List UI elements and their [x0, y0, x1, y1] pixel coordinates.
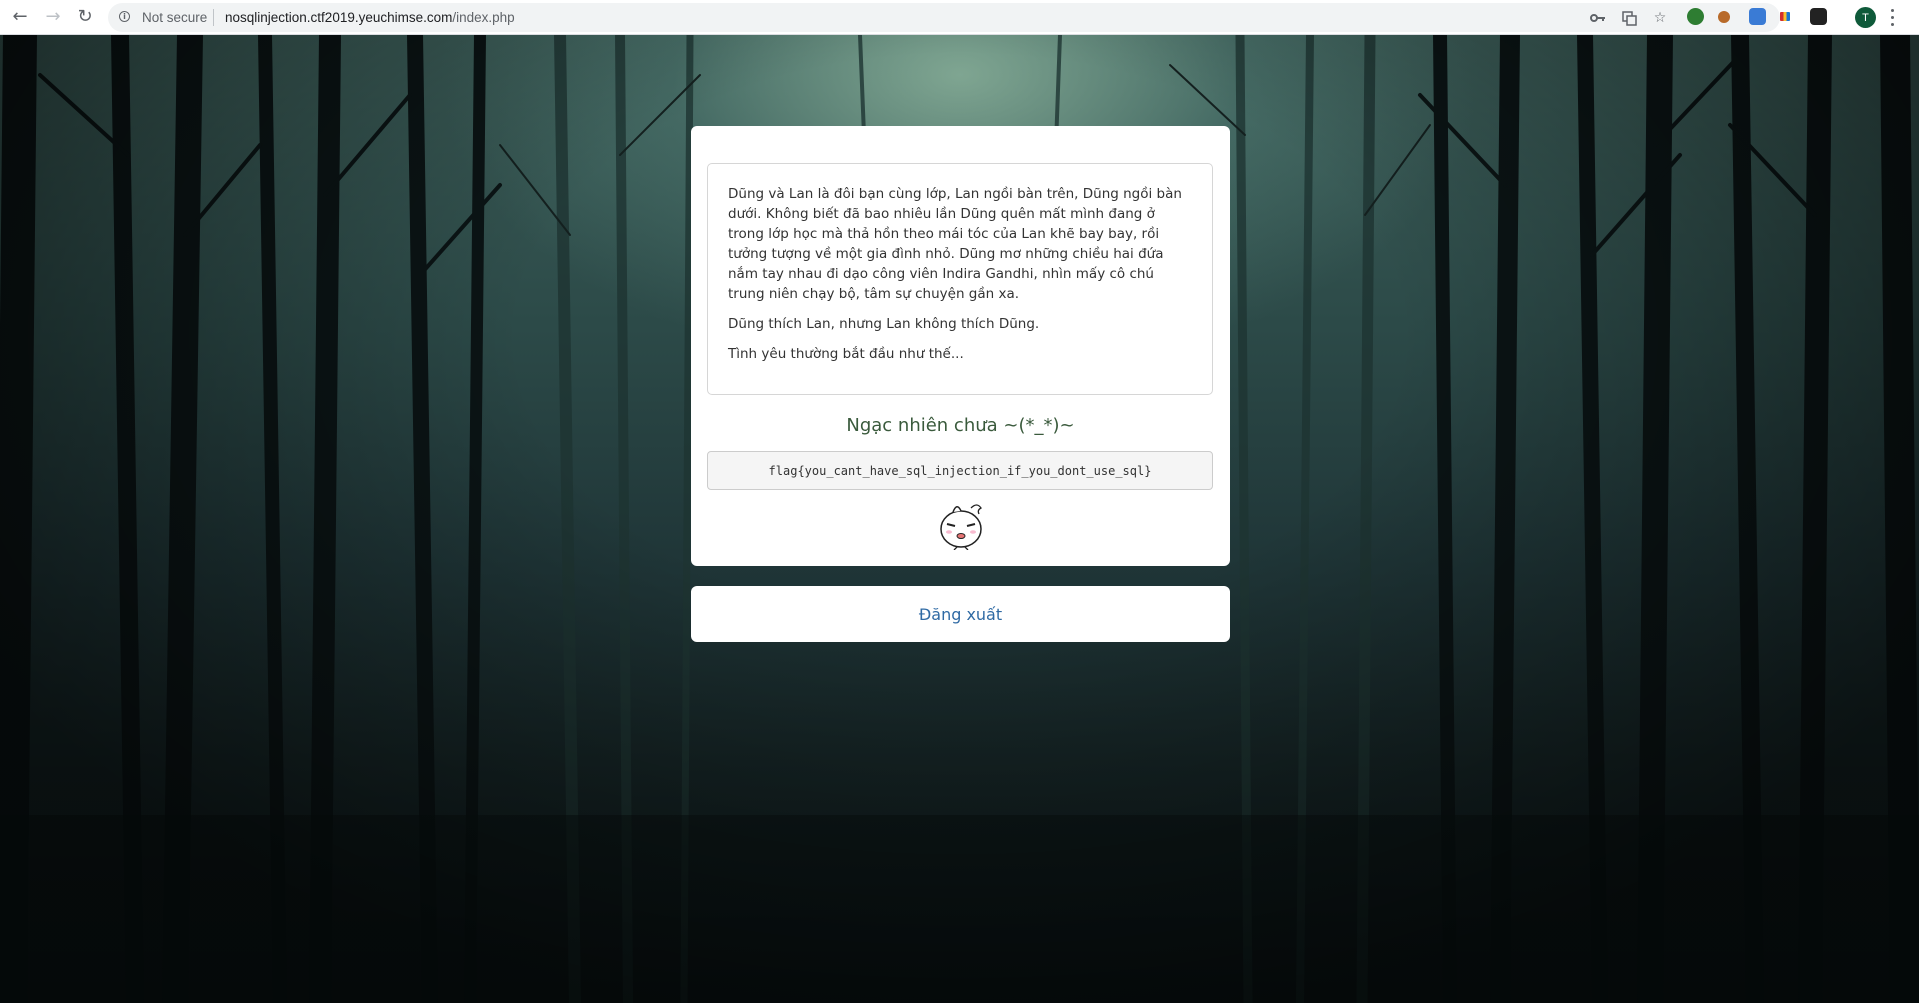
url-separator: [213, 9, 214, 26]
back-arrow-icon[interactable]: ←: [9, 6, 31, 28]
address-bar[interactable]: i Not secure nosqlinjection.ctf2019.yeuc…: [108, 3, 1780, 32]
story-card: Dũng và Lan là đôi bạn cùng lớp, Lan ngồ…: [691, 126, 1230, 566]
forward-arrow-icon[interactable]: →: [42, 6, 64, 28]
story-paragraph-2: Dũng thích Lan, nhưng Lan không thích Dũ…: [728, 316, 1040, 332]
flag-code-box: flag{you_cant_have_sql_injection_if_you_…: [707, 451, 1213, 490]
url-path: /index.php: [452, 10, 515, 25]
url-text[interactable]: nosqlinjection.ctf2019.yeuchimse.com/ind…: [225, 10, 515, 25]
translate-icon[interactable]: [1619, 8, 1639, 28]
key-icon[interactable]: [1588, 8, 1608, 28]
reload-icon[interactable]: ↻: [74, 6, 96, 28]
info-icon[interactable]: i: [119, 11, 130, 22]
extension-flag-icon[interactable]: [1780, 12, 1790, 21]
extension-incognito-icon[interactable]: [1810, 8, 1827, 25]
browser-toolbar: ← → ↻ i Not secure nosqlinjection.ctf201…: [0, 0, 1919, 35]
story-paragraph-1: Dũng và Lan là đôi bạn cùng lớp, Lan ngồ…: [728, 186, 1182, 302]
extension-shield-icon[interactable]: [1749, 8, 1766, 25]
story-paragraph-3: Tình yêu thường bắt đầu như thế...: [728, 346, 964, 362]
logout-link[interactable]: Đăng xuất: [691, 586, 1230, 642]
kebab-menu-icon[interactable]: [1890, 9, 1894, 26]
onion-head-sticker-icon: [937, 498, 985, 551]
story-box: Dũng và Lan là đôi bạn cùng lớp, Lan ngồ…: [707, 163, 1213, 395]
profile-avatar[interactable]: T: [1855, 7, 1876, 28]
not-secure-label[interactable]: Not secure: [142, 10, 207, 25]
surprise-heading: Ngạc nhiên chưa ~(*_*)~: [846, 415, 1075, 436]
star-icon[interactable]: ☆: [1650, 8, 1670, 28]
logout-card: Đăng xuất: [691, 586, 1230, 642]
extension-cookie-icon[interactable]: [1718, 11, 1730, 23]
extension-globe-icon[interactable]: [1687, 8, 1704, 25]
url-host: nosqlinjection.ctf2019.yeuchimse.com: [225, 10, 453, 25]
